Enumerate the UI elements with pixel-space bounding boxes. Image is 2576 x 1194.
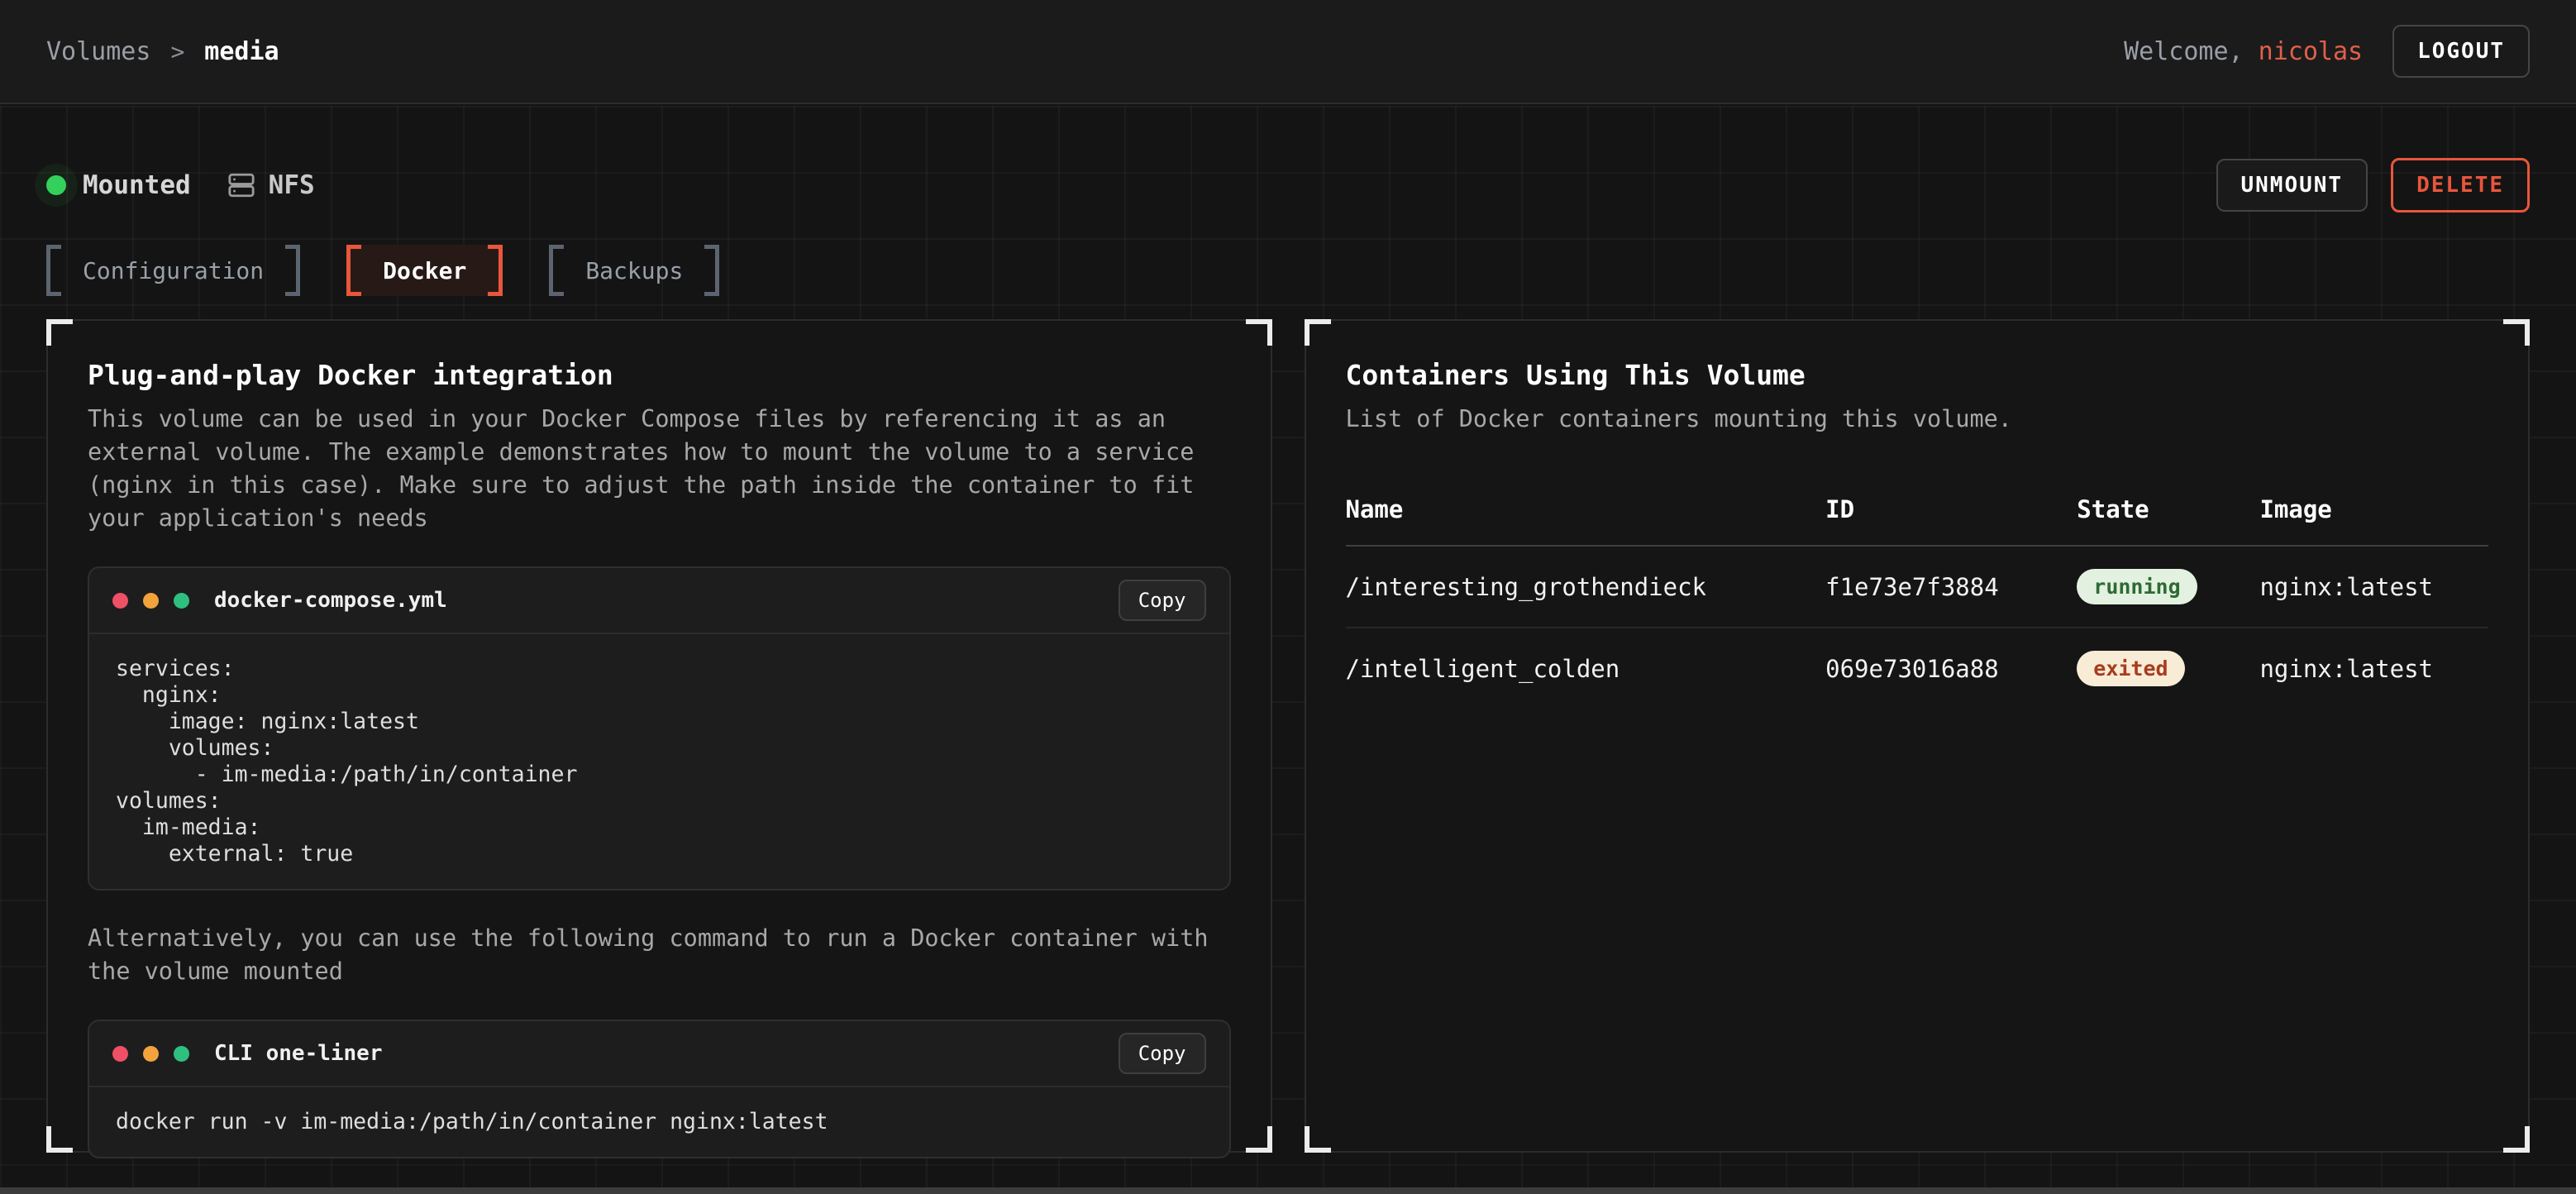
- containers-panel-title: Containers Using This Volume: [1346, 359, 2489, 391]
- cli-code-block: CLI one-liner Copy docker run -v im-medi…: [88, 1020, 1231, 1158]
- code-line: external: true: [116, 841, 1203, 867]
- status-actions-row: Mounted NFS UNMOUNT DELETE: [46, 159, 2530, 212]
- panel-corner-icon: [1305, 1126, 1331, 1153]
- mounted-status-dot-icon: [46, 175, 66, 195]
- container-name: /intelligent_colden: [1346, 628, 1826, 709]
- content-panels: Plug-and-play Docker integration This vo…: [46, 319, 2530, 1153]
- bracket-left-icon: [46, 245, 61, 296]
- tab-docker-label: Docker: [383, 257, 466, 284]
- compose-code-block: docker-compose.yml Copy services: nginx:…: [88, 566, 1231, 891]
- code-line: im-media:: [116, 814, 1203, 841]
- top-bar: Volumes > media Welcome, nicolas LOGOUT: [0, 0, 2576, 104]
- container-id: 069e73016a88: [1825, 628, 2077, 709]
- containers-panel-subtitle: List of Docker containers mounting this …: [1346, 403, 2489, 436]
- panel-corner-icon: [1246, 319, 1272, 346]
- tab-backups-label: Backups: [585, 257, 683, 284]
- tab-docker[interactable]: Docker: [346, 245, 503, 296]
- panel-corner-icon: [46, 319, 73, 346]
- table-row: /interesting_grothendieck f1e73e7f3884 r…: [1346, 546, 2489, 628]
- server-icon: [227, 171, 255, 199]
- code-line: services:: [116, 656, 1203, 682]
- breadcrumb: Volumes > media: [46, 37, 279, 66]
- tab-configuration-label: Configuration: [83, 257, 264, 284]
- column-header-id: ID: [1825, 480, 2077, 546]
- welcome-text: Welcome, nicolas: [2124, 37, 2363, 66]
- code-line: nginx:: [116, 682, 1203, 709]
- filesystem-type: NFS: [227, 170, 315, 200]
- breadcrumb-current-volume: media: [204, 37, 279, 66]
- delete-button[interactable]: DELETE: [2391, 158, 2530, 213]
- traffic-red-dot-icon: [112, 1046, 128, 1062]
- column-header-image: Image: [2259, 480, 2488, 546]
- code-line: volumes:: [116, 735, 1203, 762]
- cli-copy-button[interactable]: Copy: [1119, 1033, 1206, 1074]
- code-line: - im-media:/path/in/container: [116, 762, 1203, 788]
- compose-code-body: services: nginx: image: nginx:latest vol…: [89, 634, 1229, 889]
- logout-button[interactable]: LOGOUT: [2392, 25, 2530, 78]
- bracket-left-icon: [549, 245, 564, 296]
- column-header-name: Name: [1346, 480, 1826, 546]
- container-name: /interesting_grothendieck: [1346, 546, 1826, 628]
- page-body: Mounted NFS UNMOUNT DELETE Configuration: [0, 106, 2576, 1194]
- docker-panel-title: Plug-and-play Docker integration: [88, 359, 1231, 391]
- tab-bar: Configuration Docker Backups: [46, 245, 2530, 296]
- traffic-amber-dot-icon: [143, 593, 159, 609]
- bracket-right-icon: [704, 245, 719, 296]
- code-line: image: nginx:latest: [116, 709, 1203, 735]
- mount-status: Mounted: [46, 170, 191, 200]
- code-line: docker run -v im-media:/path/in/containe…: [116, 1109, 1203, 1135]
- traffic-green-dot-icon: [174, 1046, 189, 1062]
- containers-panel: Containers Using This Volume List of Doc…: [1305, 319, 2531, 1153]
- panel-corner-icon: [1305, 319, 1331, 346]
- mount-status-label: Mounted: [83, 170, 191, 200]
- fs-type-label: NFS: [269, 170, 315, 200]
- compose-copy-button[interactable]: Copy: [1119, 580, 1206, 621]
- column-header-state: State: [2077, 480, 2259, 546]
- unmount-button[interactable]: UNMOUNT: [2216, 159, 2368, 212]
- docker-integration-panel: Plug-and-play Docker integration This vo…: [46, 319, 1272, 1153]
- traffic-amber-dot-icon: [143, 1046, 159, 1062]
- cli-code-header: CLI one-liner Copy: [89, 1021, 1229, 1087]
- traffic-green-dot-icon: [174, 593, 189, 609]
- bottom-edge-strip: [0, 1187, 2576, 1194]
- breadcrumb-volumes-link[interactable]: Volumes: [46, 37, 150, 66]
- docker-panel-description: This volume can be used in your Docker C…: [88, 403, 1231, 535]
- top-bar-right: Welcome, nicolas LOGOUT: [2124, 25, 2530, 78]
- containers-table-header: Name ID State Image: [1346, 480, 2489, 546]
- welcome-label: Welcome,: [2124, 37, 2259, 66]
- volume-actions: UNMOUNT DELETE: [2216, 158, 2531, 213]
- cli-block-title: CLI one-liner: [214, 1041, 383, 1066]
- status-badge: running: [2077, 569, 2197, 604]
- container-image: nginx:latest: [2259, 628, 2488, 709]
- panel-corner-icon: [46, 1126, 73, 1153]
- bracket-right-icon: [285, 245, 300, 296]
- code-line: volumes:: [116, 788, 1203, 814]
- breadcrumb-chevron-icon: >: [170, 38, 184, 65]
- status-badge: exited: [2077, 651, 2184, 686]
- container-id: f1e73e7f3884: [1825, 546, 2077, 628]
- containers-table: Name ID State Image /interesting_grothen…: [1346, 480, 2489, 709]
- table-row: /intelligent_colden 069e73016a88 exited …: [1346, 628, 2489, 709]
- panel-corner-icon: [1246, 1126, 1272, 1153]
- compose-code-header: docker-compose.yml Copy: [89, 568, 1229, 634]
- panel-corner-icon: [2503, 319, 2530, 346]
- container-image: nginx:latest: [2259, 546, 2488, 628]
- panel-corner-icon: [2503, 1126, 2530, 1153]
- tab-backups[interactable]: Backups: [549, 245, 719, 296]
- username: nicolas: [2259, 37, 2363, 66]
- volume-status: Mounted NFS: [46, 170, 315, 200]
- cli-code-body: docker run -v im-media:/path/in/containe…: [89, 1087, 1229, 1157]
- cli-intro-text: Alternatively, you can use the following…: [88, 922, 1231, 988]
- compose-filename: docker-compose.yml: [214, 588, 447, 613]
- traffic-red-dot-icon: [112, 593, 128, 609]
- bracket-left-icon: [346, 245, 361, 296]
- tab-configuration[interactable]: Configuration: [46, 245, 300, 296]
- bracket-right-icon: [488, 245, 503, 296]
